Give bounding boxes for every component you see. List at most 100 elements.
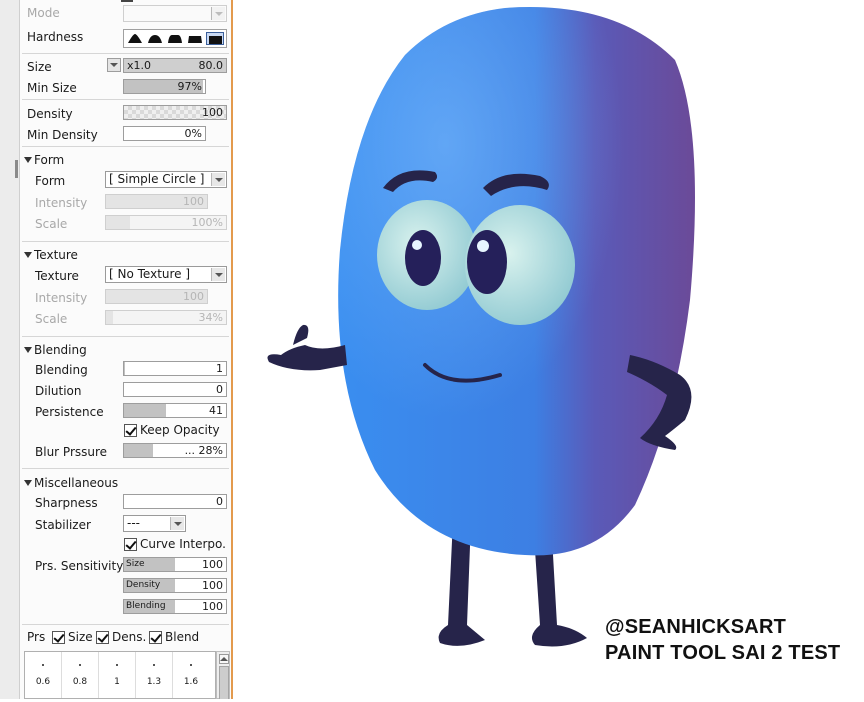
hardness-label: Hardness	[27, 30, 84, 44]
checkmark-icon	[97, 631, 109, 643]
form-scale-slider[interactable]: 100%	[105, 215, 227, 230]
blur-pressure-slider[interactable]: ... 28%	[123, 443, 227, 458]
sensitivity-size-value: 100	[202, 558, 223, 571]
hardness-medium-soft-icon[interactable]	[146, 32, 164, 45]
checkmark-icon	[125, 424, 137, 436]
chevron-down-icon	[211, 268, 225, 281]
curve-value: 0.8	[72, 677, 88, 687]
dilution-value: 0	[216, 383, 223, 396]
divider	[22, 336, 229, 337]
size-row: Size x1.0 80.0	[20, 57, 231, 77]
pressure-sensitivity-row: Prs. Sensitivity Size 100	[20, 556, 231, 576]
sensitivity-size-label: Size	[126, 559, 145, 569]
dilution-slider[interactable]: 0	[123, 382, 227, 397]
density-label: Density	[27, 107, 73, 121]
texture-intensity-row: Intensity 100	[20, 288, 231, 308]
curve-cell[interactable]: 1.3	[136, 652, 173, 698]
checkmark-icon	[150, 631, 162, 643]
misc-section-header[interactable]: Miscellaneous	[20, 473, 231, 493]
left-dock-strip	[0, 0, 20, 699]
right-pupil	[467, 230, 507, 294]
curve-cell[interactable]: 0.8	[62, 652, 99, 698]
stabilizer-value: ---	[127, 516, 140, 530]
sensitivity-blending-label: Blending	[126, 601, 166, 611]
blending-row: Blending 1	[20, 360, 231, 380]
size-label: Size	[27, 60, 52, 74]
persistence-row: Persistence 41	[20, 402, 231, 422]
min-density-slider[interactable]: 0%	[123, 126, 206, 141]
hardness-soft-icon[interactable]	[126, 32, 144, 45]
chevron-down-icon	[211, 173, 225, 186]
sensitivity-blending-slider[interactable]: Blending 100	[123, 599, 227, 614]
panel-top-marker	[121, 0, 133, 2]
pressure-curve-list[interactable]: 0.6 0.8 1 1.3 1.6	[24, 651, 216, 699]
min-size-row: Min Size 97%	[20, 78, 231, 98]
misc-section-label: Miscellaneous	[34, 476, 119, 490]
density-slider[interactable]: 100	[123, 105, 227, 120]
divider	[22, 624, 229, 625]
curve-value: 0.6	[35, 677, 51, 687]
divider	[22, 53, 229, 54]
scroll-up-button[interactable]	[219, 654, 229, 664]
curve-list-scrollbar[interactable]	[216, 651, 230, 699]
size-menu-button[interactable]	[107, 58, 121, 72]
left-pupil	[405, 230, 441, 286]
scrollbar-thumb[interactable]	[219, 666, 229, 699]
form-scale-row: Scale 100%	[20, 214, 231, 234]
dilution-row: Dilution 0	[20, 381, 231, 401]
mode-select[interactable]	[123, 5, 227, 22]
curve-cell[interactable]: 0.6	[25, 652, 62, 698]
sensitivity-density-slider[interactable]: Density 100	[123, 578, 227, 593]
form-section-header[interactable]: Form	[20, 150, 231, 170]
mode-label: Mode	[27, 6, 60, 20]
dock-resize-grip[interactable]	[15, 160, 18, 178]
divider	[22, 146, 229, 147]
size-slider[interactable]: x1.0 80.0	[123, 58, 227, 73]
hardness-square-icon[interactable]	[206, 32, 224, 45]
blending-slider[interactable]: 1	[123, 361, 227, 376]
drawing-canvas[interactable]: @SEANHICKSART PAINT TOOL SAI 2 TEST	[235, 0, 864, 699]
curve-interpolation-label: Curve Interpo.	[140, 537, 226, 551]
texture-scale-slider[interactable]: 34%	[105, 310, 227, 325]
persistence-slider[interactable]: 41	[123, 403, 227, 418]
texture-intensity-slider[interactable]: 100	[105, 289, 208, 304]
character-illustration	[267, 7, 695, 647]
curve-interpolation-checkbox[interactable]	[124, 538, 137, 551]
expand-triangle-icon	[24, 252, 32, 258]
min-size-slider[interactable]: 97%	[123, 79, 206, 94]
sharpness-label: Sharpness	[35, 496, 98, 510]
divider	[22, 468, 229, 469]
size-value: 80.0	[198, 59, 224, 72]
blur-pressure-value: ... 28%	[184, 444, 223, 457]
curve-cell[interactable]: 1	[99, 652, 136, 698]
form-intensity-slider[interactable]: 100	[105, 194, 208, 209]
form-intensity-label: Intensity	[35, 196, 88, 210]
pressure-sensitivity-label: Prs. Sensitivity	[35, 559, 124, 573]
stabilizer-select[interactable]: ---	[123, 515, 186, 532]
curve-cell[interactable]: 1.6	[173, 652, 209, 698]
min-density-value: 0%	[184, 127, 202, 140]
hardness-hard-icon[interactable]	[186, 32, 204, 45]
prs-density-checkbox[interactable]	[96, 631, 109, 644]
curve-value: 1.6	[183, 677, 199, 687]
texture-scale-value: 34%	[198, 311, 223, 324]
chevron-down-icon	[110, 63, 118, 67]
sharpness-slider[interactable]: 0	[123, 494, 227, 509]
artwork-caption: PAINT TOOL SAI 2 TEST	[605, 642, 841, 664]
persistence-value: 41	[209, 404, 223, 417]
blending-section-header[interactable]: Blending	[20, 340, 231, 360]
expand-triangle-icon	[24, 157, 32, 163]
prs-size-checkbox[interactable]	[52, 631, 65, 644]
hardness-selector	[123, 29, 227, 48]
texture-section-header[interactable]: Texture	[20, 245, 231, 265]
blending-section-label: Blending	[34, 343, 87, 357]
texture-select[interactable]: [ No Texture ]	[105, 266, 227, 283]
keep-opacity-checkbox[interactable]	[124, 424, 137, 437]
texture-scale-label: Scale	[35, 312, 68, 326]
prs-blend-checkbox[interactable]	[149, 631, 162, 644]
sensitivity-size-slider[interactable]: Size 100	[123, 557, 227, 572]
artist-credit: @SEANHICKSART	[605, 616, 786, 638]
hardness-medium-icon[interactable]	[166, 32, 184, 45]
texture-section-label: Texture	[34, 248, 78, 262]
form-select[interactable]: [ Simple Circle ]	[105, 171, 227, 188]
